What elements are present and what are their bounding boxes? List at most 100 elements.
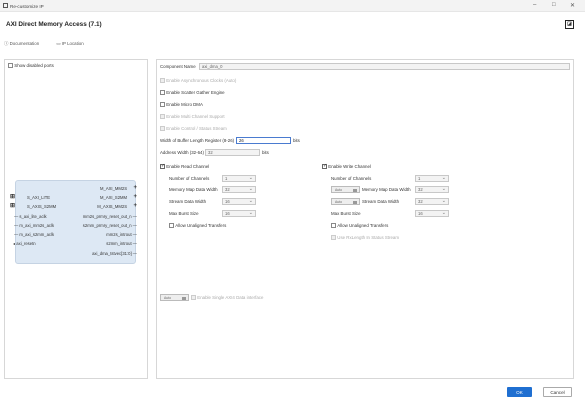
address-width-label: Address Width (32-64)	[160, 150, 204, 155]
checkbox-box[interactable]	[160, 126, 165, 132]
enable-write-channel-label: Enable Write Channel	[328, 164, 371, 169]
port-s-axi-lite-aclk: — s_axi_lite_aclk	[14, 214, 47, 219]
app-icon	[3, 3, 8, 8]
address-width-unit: bits	[262, 150, 269, 155]
port-label: s2mm_introut	[106, 241, 132, 246]
close-button[interactable]: ✕	[570, 2, 575, 9]
checkbox-box[interactable]	[160, 90, 165, 96]
port-s-axis-s2mm: S_AXIS_S2MM	[27, 204, 57, 209]
checkbox-box[interactable]	[191, 295, 196, 301]
port-label: mm2s_introut	[106, 232, 132, 237]
buffer-length-unit: bits	[293, 138, 300, 143]
write-mm-width-toggle[interactable]: Auto	[331, 186, 360, 193]
write-unaligned-label: Allow Unaligned Transfers	[337, 223, 389, 228]
write-num-channels-select[interactable]: 1	[415, 175, 449, 182]
documentation-link[interactable]: ⓘ Documentation	[4, 41, 47, 46]
port-mm2s-reset: mm2s_prmry_reset_out_n —	[82, 214, 137, 219]
write-num-channels-label: Number of Channels	[331, 176, 372, 181]
component-name-input[interactable]: axi_dma_0	[199, 63, 570, 70]
write-burst-label: Max Burst Size	[331, 211, 361, 216]
port-mm2s-introut: mm2s_introut —	[106, 232, 137, 237]
config-panel	[156, 59, 574, 379]
write-stream-width-label: Stream Data Width	[362, 199, 400, 204]
read-stream-width-label: Stream Data Width	[169, 199, 207, 204]
port-s2mm-reset: s2mm_prmry_reset_out_n —	[82, 223, 137, 228]
write-stream-width-toggle[interactable]: Auto	[331, 198, 360, 205]
enable-micro-dma-option[interactable]: Enable Micro DMA	[160, 102, 203, 108]
write-unaligned-option[interactable]: Allow Unaligned Transfers	[331, 223, 389, 229]
port-m-axi-mm2s-aclk: — m_axi_mm2s_aclk	[14, 223, 55, 228]
read-unaligned-option[interactable]: Allow Unaligned Transfers	[169, 223, 227, 229]
port-m-axi-s2mm-aclk: — m_axi_s2mm_aclk	[14, 232, 55, 237]
control-status-option[interactable]: Enable Control / Status Stream	[160, 126, 227, 132]
async-clocks-option[interactable]: Enable Asynchronous Clocks (Auto)	[160, 78, 237, 84]
checkbox-box[interactable]	[331, 223, 336, 229]
buffer-length-label: Width of Buffer Length Register (8-26)	[160, 138, 235, 143]
buffer-length-input[interactable]: 26	[236, 137, 291, 144]
port-label: axi_dma_tstvec[31:0]	[92, 251, 132, 256]
page-title: AXI Direct Memory Access (7.1)	[6, 21, 102, 28]
single-axi-option[interactable]: Enable Single AXI4 Data interface	[191, 295, 264, 301]
port-m-axi-mm2s: M_AXI_MM2S	[100, 186, 127, 191]
read-stream-width-select[interactable]: 16	[222, 198, 256, 205]
enable-sg-option[interactable]: Enable Scatter Gather Engine	[160, 90, 225, 96]
maximize-button[interactable]: □	[552, 2, 556, 8]
enable-sg-label: Enable Scatter Gather Engine	[166, 90, 225, 95]
ok-button[interactable]: OK	[507, 387, 532, 397]
single-axi-toggle[interactable]: Auto	[160, 294, 189, 301]
address-width-input[interactable]: 32	[205, 149, 260, 156]
show-disabled-ports-label: Show disabled ports	[14, 63, 54, 68]
checkbox-box[interactable]	[331, 235, 336, 241]
port-label: axi_resetn	[16, 241, 36, 246]
read-mm-width-select[interactable]: 32	[222, 186, 256, 193]
expand-icon[interactable]: +	[133, 203, 137, 209]
port-m-axis-mm2s: M_AXIS_MM2S	[97, 204, 127, 209]
port-axi-dma-tstvec: axi_dma_tstvec[31:0] —	[92, 251, 137, 256]
checkbox-box[interactable]	[160, 114, 165, 120]
write-mm-width-select[interactable]: 32	[415, 186, 449, 193]
expand-icon[interactable]: +	[133, 185, 137, 191]
expand-icon[interactable]: +	[133, 194, 137, 200]
checkbox-box[interactable]	[169, 223, 174, 229]
port-s2mm-introut: s2mm_introut —	[106, 241, 137, 246]
multi-channel-label: Enable Multi Channel Support	[166, 114, 225, 119]
single-axi-label: Enable Single AXI4 Data interface	[197, 295, 264, 300]
brand-logo-icon: ◪	[565, 20, 574, 29]
checkbox-box[interactable]	[160, 78, 165, 84]
show-disabled-ports-checkbox[interactable]: Show disabled ports	[8, 63, 54, 69]
cancel-button[interactable]: Cancel	[543, 387, 572, 397]
control-status-label: Enable Control / Status Stream	[166, 126, 227, 131]
port-s-axi-lite: S_AXI_LITE	[27, 195, 51, 200]
checkbox-box[interactable]	[322, 163, 327, 170]
port-label: m_axi_mm2s_aclk	[19, 223, 55, 228]
ip-location-label: IP Location	[61, 41, 84, 46]
component-name-label: Component Name	[160, 64, 196, 69]
ip-block-symbol: ⊞ S_AXI_LITE ⊞ S_AXIS_S2MM — s_axi_lite_…	[10, 180, 137, 264]
read-burst-label: Max Burst Size	[169, 211, 199, 216]
read-num-channels-label: Number of Channels	[169, 176, 210, 181]
read-burst-select[interactable]: 16	[222, 210, 256, 217]
read-unaligned-label: Allow Unaligned Transfers	[175, 223, 227, 228]
checkbox-box[interactable]	[160, 102, 165, 108]
async-clocks-label: Enable Asynchronous Clocks (Auto)	[166, 78, 237, 83]
write-rxlength-option[interactable]: Use RxLength In Status Stream	[331, 235, 400, 241]
minimize-button[interactable]: –	[533, 2, 536, 8]
multi-channel-option[interactable]: Enable Multi Channel Support	[160, 114, 225, 120]
write-burst-select[interactable]: 16	[415, 210, 449, 217]
port-label: s2mm_prmry_reset_out_n	[82, 223, 132, 228]
write-rxlength-label: Use RxLength In Status Stream	[337, 235, 400, 240]
read-num-channels-select[interactable]: 1	[222, 175, 256, 182]
port-label: mm2s_prmry_reset_out_n	[82, 214, 132, 219]
write-stream-width-select[interactable]: 32	[415, 198, 449, 205]
checkbox-box[interactable]	[8, 63, 13, 69]
port-label: s_axi_lite_aclk	[19, 214, 47, 219]
enable-write-channel-option[interactable]: Enable Write Channel	[322, 163, 371, 170]
write-mm-width-label: Memory Map Data Width	[362, 187, 411, 192]
checkbox-box[interactable]	[160, 163, 165, 170]
ip-location-link[interactable]: ▭ IP Location	[56, 41, 91, 46]
port-label: m_axi_s2mm_aclk	[19, 232, 55, 237]
enable-read-channel-option[interactable]: Enable Read Channel	[160, 163, 209, 170]
expand-icon[interactable]: ⊞	[10, 203, 15, 209]
expand-icon[interactable]: ⊞	[10, 194, 15, 200]
read-mm-width-label: Memory Map Data Width	[169, 187, 218, 192]
